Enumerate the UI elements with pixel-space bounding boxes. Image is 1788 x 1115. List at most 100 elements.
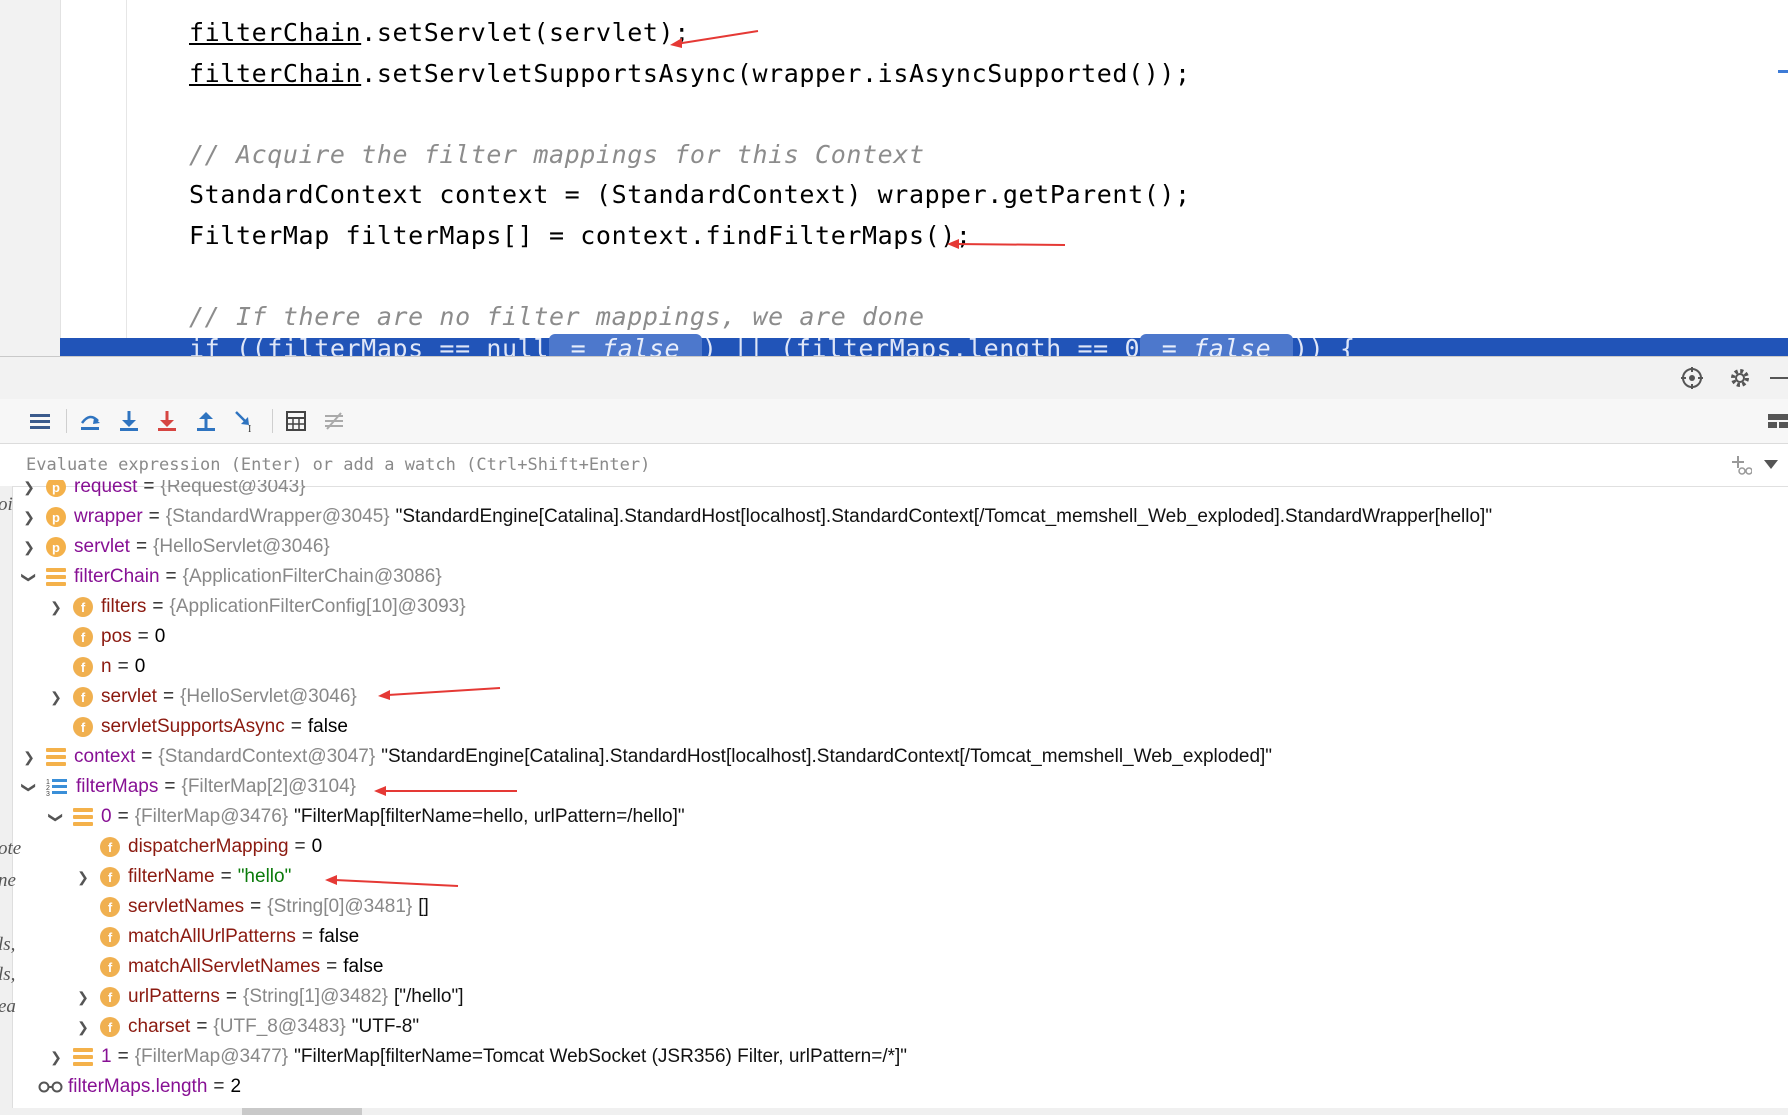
tree-row-filtername[interactable]: ❯ f filterName = "hello"	[74, 862, 291, 892]
tree-row-request[interactable]: ❯ p request = {Request@3043}	[20, 480, 306, 502]
step-over-icon[interactable]	[76, 407, 104, 435]
code-line-3[interactable]: StandardContext context = (StandardConte…	[189, 180, 1191, 209]
variable-name: dispatcherMapping	[128, 836, 289, 857]
variable-type: {HelloServlet@3046}	[180, 686, 357, 707]
variable-name: filterMaps	[76, 776, 159, 797]
equals-sign: =	[301, 926, 313, 947]
tree-row-wrapper[interactable]: ❯ p wrapper = {StandardWrapper@3045} "St…	[20, 502, 1492, 532]
chevron-down-icon[interactable]: ❯	[21, 778, 38, 796]
run-to-cursor-icon[interactable]: I	[231, 407, 259, 435]
chevron-right-icon[interactable]: ❯	[20, 509, 38, 526]
tree-row-servlet[interactable]: ❯ p servlet = {HelloServlet@3046}	[20, 532, 330, 562]
variable-value: 0	[134, 656, 146, 677]
tree-row-filtermap-0[interactable]: ❯ 0 = {FilterMap@3476} "FilterMap[filter…	[47, 802, 685, 832]
tree-row-n[interactable]: ❯ f n = 0	[47, 652, 145, 682]
variable-name: matchAllUrlPatterns	[128, 926, 296, 947]
variable-value: "StandardEngine[Catalina].StandardHost[l…	[395, 506, 1493, 527]
variable-name: wrapper	[74, 506, 143, 527]
step-into-icon[interactable]	[115, 407, 143, 435]
field-icon: f	[73, 687, 93, 707]
chevron-right-icon[interactable]: ❯	[47, 689, 65, 706]
tree-row-filters[interactable]: ❯ f filters = {ApplicationFilterConfig[1…	[47, 592, 466, 622]
chevron-right-icon[interactable]: ❯	[20, 539, 38, 556]
equals-sign: =	[148, 506, 160, 527]
force-step-into-icon[interactable]	[153, 407, 181, 435]
code-comment-1[interactable]: // Acquire the filter mappings for this …	[189, 140, 925, 169]
horizontal-scrollbar[interactable]	[12, 1108, 1788, 1115]
code-line-4[interactable]: FilterMap filterMaps[] = context.findFil…	[189, 221, 972, 250]
equals-sign: =	[290, 716, 302, 737]
equals-sign: =	[250, 896, 262, 917]
tree-row-dispatchermapping[interactable]: ❯ f dispatcherMapping = 0	[74, 832, 322, 862]
variable-name: 0	[101, 806, 112, 827]
svg-text:I: I	[248, 424, 251, 433]
tree-row-servlet-field[interactable]: ❯ f servlet = {HelloServlet@3046}	[47, 682, 357, 712]
field-icon: f	[100, 987, 120, 1007]
variable-value: 0	[154, 626, 166, 647]
variable-name: pos	[101, 626, 132, 647]
chevron-down-icon[interactable]: ❯	[48, 808, 65, 826]
tree-row-filtermap-1[interactable]: ❯ 1 = {FilterMap@3477} "FilterMap[filter…	[47, 1042, 907, 1072]
gear-icon[interactable]	[1728, 366, 1752, 390]
crosshair-icon[interactable]	[1680, 366, 1704, 390]
execution-point-line[interactable]: if ((filterMaps == null = false ) || (fi…	[60, 334, 1788, 356]
annotation-arrow	[670, 30, 759, 48]
chevron-right-icon[interactable]: ❯	[74, 989, 92, 1006]
field-icon: f	[100, 837, 120, 857]
parameter-icon: p	[46, 507, 66, 527]
code-comment-2[interactable]: // If there are no filter mappings, we a…	[189, 302, 925, 331]
tree-row-watch-filtermaps-length[interactable]: filterMaps.length = 2	[20, 1072, 241, 1102]
chevron-right-icon[interactable]: ❯	[20, 749, 38, 766]
chevron-right-icon[interactable]: ❯	[47, 599, 65, 616]
editor-gutter[interactable]	[0, 0, 61, 356]
variable-name: filters	[101, 596, 147, 617]
object-icon	[46, 568, 66, 586]
watch-expression-input[interactable]	[24, 450, 1628, 480]
chevron-right-icon[interactable]: ❯	[47, 1049, 65, 1066]
evaluate-icon[interactable]	[282, 407, 310, 435]
tree-row-context[interactable]: ❯ context = {StandardContext@3047} "Stan…	[20, 742, 1272, 772]
chevron-right-icon[interactable]: ❯	[20, 480, 38, 496]
variable-type: {FilterMap@3477}	[134, 1046, 289, 1067]
code-editor[interactable]: filterChain.setServlet(servlet); filterC…	[0, 0, 1788, 356]
scrollbar-marker[interactable]	[1778, 70, 1788, 73]
menu-icon[interactable]	[26, 407, 54, 435]
object-icon	[46, 748, 66, 766]
variable-name: matchAllServletNames	[128, 956, 321, 977]
chevron-down-icon[interactable]: ❯	[21, 568, 38, 586]
code-token: if ((filterMaps == null	[189, 334, 549, 356]
code-line-1[interactable]: filterChain.setServlet(servlet);	[189, 18, 690, 47]
code-token: .setServletSupportsAsync(wrapper.isAsync…	[361, 59, 1191, 88]
variable-value: false	[307, 716, 348, 737]
step-out-icon[interactable]	[192, 407, 220, 435]
tree-row-servletsupportsasync[interactable]: ❯ f servletSupportsAsync = false	[47, 712, 348, 742]
inline-value-hint: = false	[1140, 334, 1293, 356]
chevron-right-icon[interactable]: ❯	[74, 869, 92, 886]
variable-value: []	[418, 896, 429, 917]
object-icon	[73, 808, 93, 826]
tree-row-filterchain[interactable]: ❯ filterChain = {ApplicationFilterChain@…	[20, 562, 442, 592]
trace-icon[interactable]	[320, 407, 348, 435]
dropdown-icon[interactable]	[1764, 460, 1778, 470]
tree-row-charset[interactable]: ❯ f charset = {UTF_8@3483} "UTF-8"	[74, 1012, 419, 1042]
code-token: ) || (filterMaps.length == 0	[701, 334, 1141, 356]
tree-row-pos[interactable]: ❯ f pos = 0	[47, 622, 165, 652]
field-icon: f	[73, 717, 93, 737]
tree-row-filtermaps[interactable]: ❯ 1 2 3 filterMaps = {FilterMap[2]@3104}	[20, 772, 357, 802]
toolbar-separator	[272, 409, 273, 433]
chevron-right-icon[interactable]: ❯	[74, 1019, 92, 1036]
equals-sign: =	[137, 626, 149, 647]
layout-icon[interactable]	[1764, 407, 1788, 435]
tree-row-servletnames[interactable]: ❯ f servletNames = {String[0]@3481} []	[74, 892, 429, 922]
tree-row-matchallservletnames[interactable]: ❯ f matchAllServletNames = false	[74, 952, 383, 982]
code-line-2[interactable]: filterChain.setServletSupportsAsync(wrap…	[189, 59, 1191, 88]
tree-row-urlpatterns[interactable]: ❯ f urlPatterns = {String[1]@3482} ["/he…	[74, 982, 463, 1012]
scrollbar-thumb[interactable]	[242, 1108, 362, 1115]
minimize-icon[interactable]	[1770, 377, 1788, 379]
field-icon: f	[73, 597, 93, 617]
equals-sign: =	[152, 596, 164, 617]
equals-sign: =	[294, 836, 306, 857]
add-watch-icon[interactable]	[1730, 454, 1752, 476]
tree-row-matchallurlpatterns[interactable]: ❯ f matchAllUrlPatterns = false	[74, 922, 359, 952]
variable-type: {StandardContext@3047}	[158, 746, 376, 767]
